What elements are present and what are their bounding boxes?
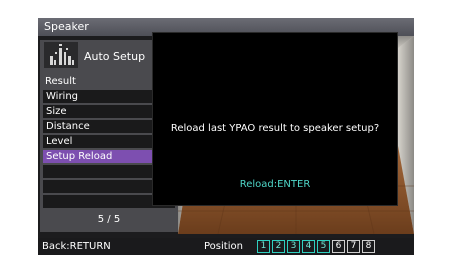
footer-bar: Back:RETURN Position 1 2 3 4 5 6 7 8 xyxy=(38,238,414,255)
position-label: Position xyxy=(204,241,243,252)
result-label: Result xyxy=(45,76,76,87)
auto-setup-label: Auto Setup xyxy=(84,50,146,63)
position-1[interactable]: 1 xyxy=(257,240,270,253)
reload-enter-hint[interactable]: Reload:ENTER xyxy=(153,179,397,190)
position-2[interactable]: 2 xyxy=(272,240,285,253)
speaker-icon xyxy=(44,42,78,68)
position-5[interactable]: 5 xyxy=(317,240,330,253)
dialog-message: Reload last YPAO result to speaker setup… xyxy=(170,123,380,134)
position-8[interactable]: 8 xyxy=(362,240,375,253)
position-3[interactable]: 3 xyxy=(287,240,300,253)
page-title: Speaker xyxy=(44,20,89,33)
back-hint: Back:RETURN xyxy=(42,241,111,252)
position-6[interactable]: 6 xyxy=(332,240,345,253)
page-indicator: 5 / 5 xyxy=(97,214,121,225)
position-7[interactable]: 7 xyxy=(347,240,360,253)
position-4[interactable]: 4 xyxy=(302,240,315,253)
reload-dialog: Reload last YPAO result to speaker setup… xyxy=(152,32,398,206)
